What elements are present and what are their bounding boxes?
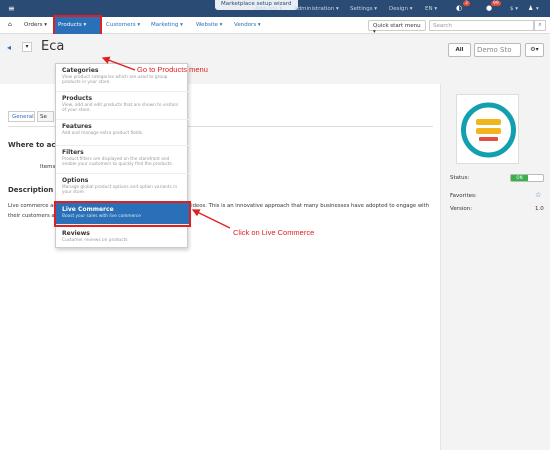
annotation-go-products: Go to Products menu bbox=[137, 65, 208, 74]
annotation-arrows bbox=[101, 56, 231, 229]
annotation-click-live-commerce: Click on Live Commerce bbox=[233, 228, 315, 237]
arrow-to-live-commerce bbox=[191, 209, 231, 229]
arrow-to-products bbox=[101, 56, 136, 71]
